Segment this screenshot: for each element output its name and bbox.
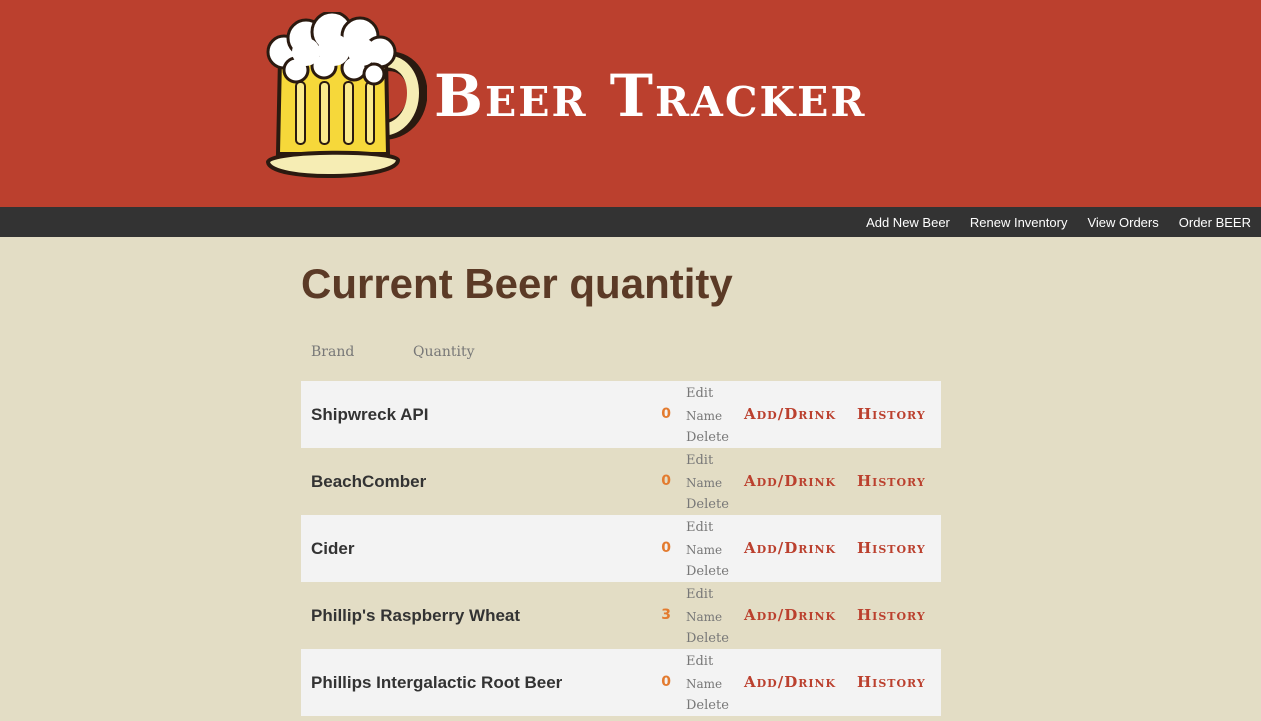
edit-label: Edit [686,453,714,468]
name-label: Name [686,476,723,490]
history-link[interactable]: History [857,381,926,448]
edit-name-link[interactable]: Edit Name Delete [686,584,736,650]
add-drink-link[interactable]: Add/Drink [744,582,836,649]
nav-add-new-beer[interactable]: Add New Beer [866,215,950,230]
nav-renew-inventory[interactable]: Renew Inventory [970,215,1068,230]
history-link[interactable]: History [857,649,926,716]
nav-order-beer[interactable]: Order BEER [1179,215,1251,230]
edit-label: Edit [686,386,714,401]
name-label: Name [686,610,723,624]
delete-link[interactable]: Delete [686,695,736,717]
history-link[interactable]: History [857,515,926,582]
beer-row: Phillips Intergalactic Root Beer 0 Edit … [301,649,941,716]
name-label: Name [686,543,723,557]
nav-links: Add New Beer Renew Inventory View Orders… [846,207,1251,237]
beer-name: BeachComber [311,472,427,491]
beer-quantity: 0 [661,674,671,690]
beer-name: Shipwreck API [311,405,429,424]
delete-link[interactable]: Delete [686,427,736,449]
beer-mug-icon [265,12,427,179]
beer-quantity: 0 [661,406,671,422]
edit-label: Edit [686,587,714,602]
edit-name-link[interactable]: Edit Name Delete [686,383,736,449]
delete-link[interactable]: Delete [686,561,736,583]
edit-label: Edit [686,520,714,535]
beer-row: Phillip's Raspberry Wheat 3 Edit Name De… [301,582,941,649]
site-title: Beer Tracker [434,62,867,130]
beer-quantity: 0 [661,473,671,489]
beer-name: Phillips Intergalactic Root Beer [311,673,563,692]
nav-view-orders[interactable]: View Orders [1087,215,1158,230]
beer-row: Cider 0 Edit Name Delete Add/Drink Histo… [301,515,941,582]
beer-list: Shipwreck API 0 Edit Name Delete Add/Dri… [301,381,941,716]
edit-name-link[interactable]: Edit Name Delete [686,517,736,583]
beer-name: Phillip's Raspberry Wheat [311,606,521,625]
add-drink-link[interactable]: Add/Drink [744,448,836,515]
delete-link[interactable]: Delete [686,628,736,650]
beer-row: BeachComber 0 Edit Name Delete Add/Drink… [301,448,941,515]
edit-name-link[interactable]: Edit Name Delete [686,450,736,516]
beer-quantity: 3 [661,607,671,623]
site-header: Beer Tracker [0,0,1261,207]
history-link[interactable]: History [857,448,926,515]
top-nav: Add New Beer Renew Inventory View Orders… [0,207,1261,237]
column-header-brand: Brand [311,344,355,360]
beer-quantity: 0 [661,540,671,556]
add-drink-link[interactable]: Add/Drink [744,515,836,582]
page-title: Current Beer quantity [301,260,733,307]
add-drink-link[interactable]: Add/Drink [744,381,836,448]
delete-link[interactable]: Delete [686,494,736,516]
main-content: Current Beer quantity Brand Quantity Shi… [301,237,941,716]
name-label: Name [686,409,723,423]
column-header-quantity: Quantity [413,344,475,360]
table-header: Brand Quantity [301,329,941,381]
edit-name-link[interactable]: Edit Name Delete [686,651,736,717]
history-link[interactable]: History [857,582,926,649]
edit-label: Edit [686,654,714,669]
add-drink-link[interactable]: Add/Drink [744,649,836,716]
beer-row: Shipwreck API 0 Edit Name Delete Add/Dri… [301,381,941,448]
beer-name: Cider [311,539,355,558]
name-label: Name [686,677,723,691]
